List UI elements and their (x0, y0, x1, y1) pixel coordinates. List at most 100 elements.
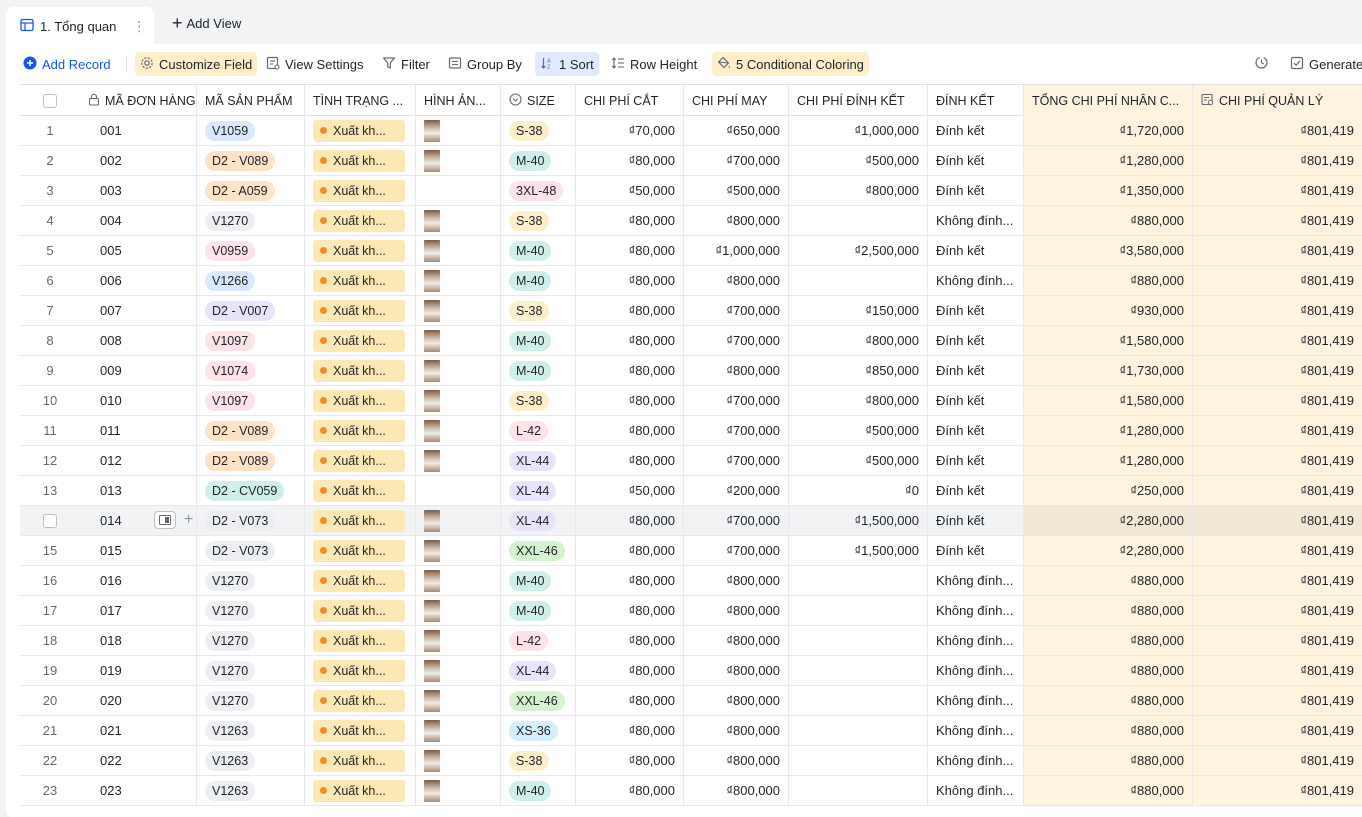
cut-cost-cell[interactable]: ₫80,000 (576, 506, 684, 535)
size-cell[interactable]: M-40 (501, 146, 576, 175)
management-cost-cell[interactable]: ₫801,419 (1193, 566, 1362, 595)
product-code-cell[interactable]: D2 - V073 (197, 506, 305, 535)
product-photo[interactable] (424, 119, 440, 142)
total-labor-cell[interactable]: ₫880,000 (1024, 686, 1193, 715)
size-cell[interactable]: XXL-46 (501, 536, 576, 565)
bead-cost-cell[interactable]: ₫800,000 (789, 326, 928, 355)
column-header-cut-cost[interactable]: CHI PHÍ CẮT (576, 85, 684, 116)
size-cell[interactable]: S-38 (501, 206, 576, 235)
sew-cost-cell[interactable]: ₫800,000 (684, 746, 789, 775)
order-code-cell[interactable]: 011 (80, 416, 197, 445)
cut-cost-cell[interactable]: ₫80,000 (576, 686, 684, 715)
management-cost-cell[interactable]: ₫801,419 (1193, 506, 1362, 535)
image-cell[interactable] (416, 716, 501, 745)
generate-button[interactable]: Generate (1285, 52, 1362, 76)
table-row[interactable]: 4 004 V1270 Xuất kh... S-38 ₫80,000 ₫800,000 Kh… (20, 206, 1362, 236)
table-row[interactable]: ⠿014+D2 - V073Xuất kh...XL-44₫80,000₫700… (20, 506, 1362, 536)
bead-cost-cell[interactable] (789, 626, 928, 655)
status-cell[interactable]: Xuất kh... (305, 716, 416, 745)
total-labor-cell[interactable]: ₫880,000 (1024, 266, 1193, 295)
order-code-cell[interactable]: 008 (80, 326, 197, 355)
image-cell[interactable] (416, 686, 501, 715)
size-cell[interactable]: XL-44 (501, 476, 576, 505)
table-row[interactable]: 2 002 D2 - V089 Xuất kh... M-40 ₫80,000 ₫700,0… (20, 146, 1362, 176)
table-row[interactable]: 13 013 D2 - CV059 Xuất kh... XL-44 ₫50,000 ₫20… (20, 476, 1362, 506)
sew-cost-cell[interactable]: ₫700,000 (684, 386, 789, 415)
total-labor-cell[interactable]: ₫880,000 (1024, 206, 1193, 235)
bead-cell[interactable]: Đính kết (928, 326, 1024, 355)
sew-cost-cell[interactable]: ₫800,000 (684, 596, 789, 625)
total-labor-cell[interactable]: ₫2,280,000 (1024, 506, 1193, 535)
cut-cost-cell[interactable]: ₫80,000 (576, 716, 684, 745)
size-cell[interactable]: M-40 (501, 236, 576, 265)
image-cell[interactable] (416, 656, 501, 685)
sew-cost-cell[interactable]: ₫800,000 (684, 266, 789, 295)
sew-cost-cell[interactable]: ₫700,000 (684, 536, 789, 565)
management-cost-cell[interactable]: ₫801,419 (1193, 296, 1362, 325)
status-cell[interactable]: Xuất kh... (305, 686, 416, 715)
bead-cell[interactable]: Đính kết (928, 146, 1024, 175)
image-cell[interactable] (416, 146, 501, 175)
order-code-cell[interactable]: 015 (80, 536, 197, 565)
management-cost-cell[interactable]: ₫801,419 (1193, 416, 1362, 445)
bead-cell[interactable]: Đính kết (928, 476, 1024, 505)
cut-cost-cell[interactable]: ₫80,000 (576, 656, 684, 685)
order-code-cell[interactable]: 006 (80, 266, 197, 295)
order-code-cell[interactable]: 013 (80, 476, 197, 505)
bead-cost-cell[interactable] (789, 596, 928, 625)
size-cell[interactable]: 3XL-48 (501, 176, 576, 205)
management-cost-cell[interactable]: ₫801,419 (1193, 266, 1362, 295)
table-row[interactable]: 11 011 D2 - V089 Xuất kh... L-42 ₫80,000 ₫700,… (20, 416, 1362, 446)
bead-cell[interactable]: Không đính... (928, 776, 1024, 805)
status-cell[interactable]: Xuất kh... (305, 296, 416, 325)
bead-cost-cell[interactable]: ₫500,000 (789, 416, 928, 445)
cut-cost-cell[interactable]: ₫80,000 (576, 236, 684, 265)
total-labor-cell[interactable]: ₫1,350,000 (1024, 176, 1193, 205)
management-cost-cell[interactable]: ₫801,419 (1193, 716, 1362, 745)
product-photo[interactable] (424, 599, 440, 622)
management-cost-cell[interactable]: ₫801,419 (1193, 686, 1362, 715)
management-cost-cell[interactable]: ₫801,419 (1193, 446, 1362, 475)
size-cell[interactable]: M-40 (501, 596, 576, 625)
product-photo[interactable] (424, 239, 440, 262)
management-cost-cell[interactable]: ₫801,419 (1193, 146, 1362, 175)
bead-cost-cell[interactable]: ₫1,500,000 (789, 536, 928, 565)
table-row[interactable]: 10 010 V1097 Xuất kh... S-38 ₫80,000 ₫700,000 ₫… (20, 386, 1362, 416)
bead-cost-cell[interactable]: ₫500,000 (789, 446, 928, 475)
size-cell[interactable]: M-40 (501, 566, 576, 595)
total-labor-cell[interactable]: ₫880,000 (1024, 716, 1193, 745)
image-cell[interactable] (416, 296, 501, 325)
bead-cell[interactable]: Đính kết (928, 536, 1024, 565)
total-labor-cell[interactable]: ₫880,000 (1024, 566, 1193, 595)
table-row[interactable]: 19 019 V1270 Xuất kh... XL-44 ₫80,000 ₫800,000… (20, 656, 1362, 686)
cut-cost-cell[interactable]: ₫50,000 (576, 476, 684, 505)
image-cell[interactable] (416, 116, 501, 145)
order-code-cell[interactable]: 007 (80, 296, 197, 325)
bead-cell[interactable]: Đính kết (928, 176, 1024, 205)
filter-button[interactable]: Filter (377, 52, 435, 76)
bead-cell[interactable]: Không đính... (928, 566, 1024, 595)
cut-cost-cell[interactable]: ₫80,000 (576, 776, 684, 805)
total-labor-cell[interactable]: ₫1,580,000 (1024, 326, 1193, 355)
status-cell[interactable]: Xuất kh... (305, 356, 416, 385)
bead-cost-cell[interactable]: ₫0 (789, 476, 928, 505)
status-cell[interactable]: Xuất kh... (305, 326, 416, 355)
sew-cost-cell[interactable]: ₫800,000 (684, 686, 789, 715)
product-code-cell[interactable]: V1263 (197, 746, 305, 775)
status-cell[interactable]: Xuất kh... (305, 656, 416, 685)
sew-cost-cell[interactable]: ₫700,000 (684, 416, 789, 445)
bead-cost-cell[interactable]: ₫1,000,000 (789, 116, 928, 145)
product-photo[interactable] (424, 419, 440, 442)
total-labor-cell[interactable]: ₫1,280,000 (1024, 146, 1193, 175)
row-height-button[interactable]: Row Height (606, 52, 702, 76)
total-labor-cell[interactable]: ₫3,580,000 (1024, 236, 1193, 265)
cut-cost-cell[interactable]: ₫80,000 (576, 536, 684, 565)
sew-cost-cell[interactable]: ₫800,000 (684, 656, 789, 685)
status-cell[interactable]: Xuất kh... (305, 776, 416, 805)
image-cell[interactable] (416, 176, 501, 205)
status-cell[interactable]: Xuất kh... (305, 416, 416, 445)
status-cell[interactable]: Xuất kh... (305, 626, 416, 655)
image-cell[interactable] (416, 596, 501, 625)
management-cost-cell[interactable]: ₫801,419 (1193, 386, 1362, 415)
bead-cost-cell[interactable] (789, 776, 928, 805)
